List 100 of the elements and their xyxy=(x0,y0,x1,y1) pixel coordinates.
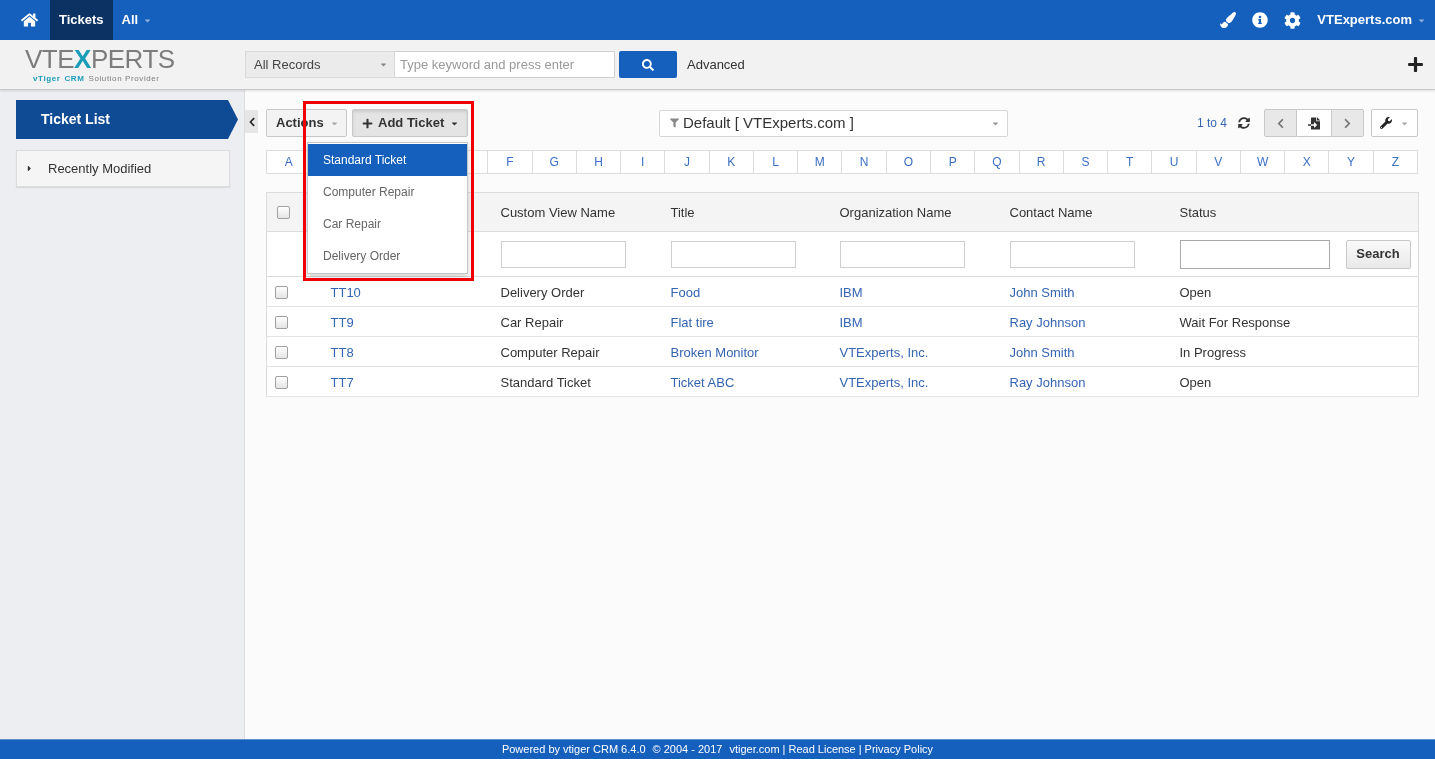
letter-filter-link[interactable]: G xyxy=(549,153,559,171)
column-header[interactable]: Status xyxy=(1179,205,1217,220)
letter-filter-link[interactable]: T xyxy=(1126,153,1134,171)
filter-select[interactable]: Default [ VTExperts.com ] xyxy=(659,109,1008,137)
logo-tagline: vTiger CRM Solution Provider xyxy=(33,74,160,83)
letter-filter-link[interactable]: U xyxy=(1169,153,1179,171)
footer-link[interactable]: Read License xyxy=(788,741,856,758)
table-cell-link[interactable]: TT9 xyxy=(330,314,354,330)
column-filter-field[interactable] xyxy=(670,240,796,268)
letter-filter-link[interactable]: L xyxy=(772,153,779,171)
column-header[interactable]: Custom View Name xyxy=(500,205,616,220)
add-ticket-button[interactable]: Add Ticket xyxy=(352,109,468,137)
footer-link[interactable]: vtiger.com xyxy=(729,741,780,758)
user-menu[interactable]: VTExperts.com xyxy=(1317,10,1426,30)
row-checkbox[interactable] xyxy=(275,345,288,359)
letter-filter-link[interactable]: F xyxy=(506,153,514,171)
table-cell: Car Repair xyxy=(500,314,564,330)
letter-filter-link[interactable]: O xyxy=(903,153,914,171)
letter-filter-link[interactable]: V xyxy=(1214,153,1223,171)
letter-filter-link[interactable]: K xyxy=(727,153,736,171)
wrench-icon xyxy=(1380,117,1392,129)
table-cell-link[interactable]: TT8 xyxy=(330,344,354,360)
collapse-sidebar-button[interactable] xyxy=(245,110,258,133)
advanced-search-link[interactable]: Advanced xyxy=(687,54,745,75)
menu-item[interactable]: Standard Ticket xyxy=(308,144,467,176)
table-cell-link[interactable]: IBM xyxy=(839,284,863,300)
module-tab[interactable]: Tickets xyxy=(50,0,113,40)
table-cell-link[interactable]: Ray Johnson xyxy=(1009,374,1086,390)
plus-icon xyxy=(362,117,373,129)
letter-filter-link[interactable]: W xyxy=(1256,153,1269,171)
row-checkbox[interactable] xyxy=(275,285,288,299)
letter-filter-link[interactable]: J xyxy=(684,153,691,171)
quick-create-button[interactable] xyxy=(1407,56,1424,73)
recently-modified-section[interactable]: Recently Modified xyxy=(16,150,230,187)
table-cell-link[interactable]: Ray Johnson xyxy=(1009,314,1086,330)
search-button[interactable] xyxy=(619,51,677,78)
column-filter-field[interactable] xyxy=(839,240,965,268)
logo-wordmark: VTEXPERTS xyxy=(25,46,175,72)
table-cell-link[interactable]: IBM xyxy=(839,314,863,330)
letter-filter-link[interactable]: X xyxy=(1302,153,1311,171)
column-filter-field[interactable] xyxy=(500,240,626,268)
plus-icon xyxy=(1407,56,1424,73)
letter-filter-link[interactable]: M xyxy=(814,153,825,171)
column-header[interactable]: Contact Name xyxy=(1009,205,1093,220)
paint-brush-icon[interactable] xyxy=(1220,12,1237,28)
row-checkbox[interactable] xyxy=(275,315,288,329)
table-cell-link[interactable]: Ticket ABC xyxy=(670,374,735,390)
file-import-icon xyxy=(1308,116,1320,130)
letter-filter-link[interactable]: N xyxy=(859,153,869,171)
letter-filter-link[interactable]: Z xyxy=(1391,153,1399,171)
table-cell-link[interactable]: John Smith xyxy=(1009,284,1075,300)
letter-filter-link[interactable]: P xyxy=(948,153,957,171)
menu-tab[interactable]: All xyxy=(112,0,162,40)
table-cell: Delivery Order xyxy=(500,284,585,300)
column-header[interactable]: Title xyxy=(670,205,695,220)
info-icon[interactable] xyxy=(1252,12,1269,28)
search-icon xyxy=(642,58,654,71)
caret-icon xyxy=(25,164,34,173)
letter-filter-link[interactable]: S xyxy=(1081,153,1090,171)
settings-icon[interactable] xyxy=(1284,11,1302,29)
table-cell-link[interactable]: Broken Monitor xyxy=(670,344,759,360)
table-cell-link[interactable]: John Smith xyxy=(1009,344,1075,360)
search-button[interactable]: Search xyxy=(1345,239,1411,269)
letter-filter-link[interactable]: I xyxy=(641,153,645,171)
row-checkbox[interactable] xyxy=(275,375,288,389)
menu-item[interactable]: Computer Repair xyxy=(308,176,467,208)
powered-by-text: Powered by vtiger CRM 6.4.0 xyxy=(501,742,646,758)
footer-link[interactable]: Privacy Policy xyxy=(864,741,934,758)
separator-text: | xyxy=(858,742,862,758)
filter-icon xyxy=(670,118,679,128)
search-field[interactable]: Type keyword and press enter xyxy=(395,51,615,78)
record-range-text: 1 to 4 xyxy=(1196,115,1227,132)
ticket-list-heading: Ticket List xyxy=(16,100,238,139)
column-filter-field[interactable] xyxy=(1179,239,1330,269)
table-cell: Computer Repair xyxy=(500,344,600,360)
table-cell-link[interactable]: TT10 xyxy=(330,284,361,300)
refresh-icon[interactable] xyxy=(1238,117,1250,129)
table-cell-link[interactable]: VTExperts, Inc. xyxy=(839,374,929,390)
letter-filter-link[interactable]: H xyxy=(594,153,603,171)
table-cell: Open xyxy=(1179,374,1212,390)
table-cell-link[interactable]: Food xyxy=(670,284,701,300)
column-header[interactable]: Organization Name xyxy=(839,205,952,220)
table-cell: Open xyxy=(1179,284,1212,300)
menu-item[interactable]: Delivery Order xyxy=(308,240,467,272)
page-jump-button[interactable] xyxy=(1297,109,1331,137)
settings-menu-button[interactable] xyxy=(1371,109,1418,137)
letter-filter-link[interactable]: A xyxy=(284,153,293,171)
table-cell: Wait For Response xyxy=(1179,314,1291,330)
select-all-checkbox[interactable] xyxy=(277,206,290,220)
table-cell-link[interactable]: TT7 xyxy=(330,374,354,390)
table-cell-link[interactable]: VTExperts, Inc. xyxy=(839,344,929,360)
table-cell-link[interactable]: Flat tire xyxy=(670,314,714,330)
column-filter-field[interactable] xyxy=(1009,240,1135,268)
search-scope-select[interactable]: All Records xyxy=(245,51,395,78)
menu-item[interactable]: Car Repair xyxy=(308,208,467,240)
table-cell: In Progress xyxy=(1179,344,1246,360)
letter-filter-link[interactable]: R xyxy=(1036,153,1046,171)
chevron-left-icon xyxy=(1276,117,1285,129)
letter-filter-link[interactable]: Y xyxy=(1347,153,1356,171)
letter-filter-link[interactable]: Q xyxy=(992,153,1002,171)
